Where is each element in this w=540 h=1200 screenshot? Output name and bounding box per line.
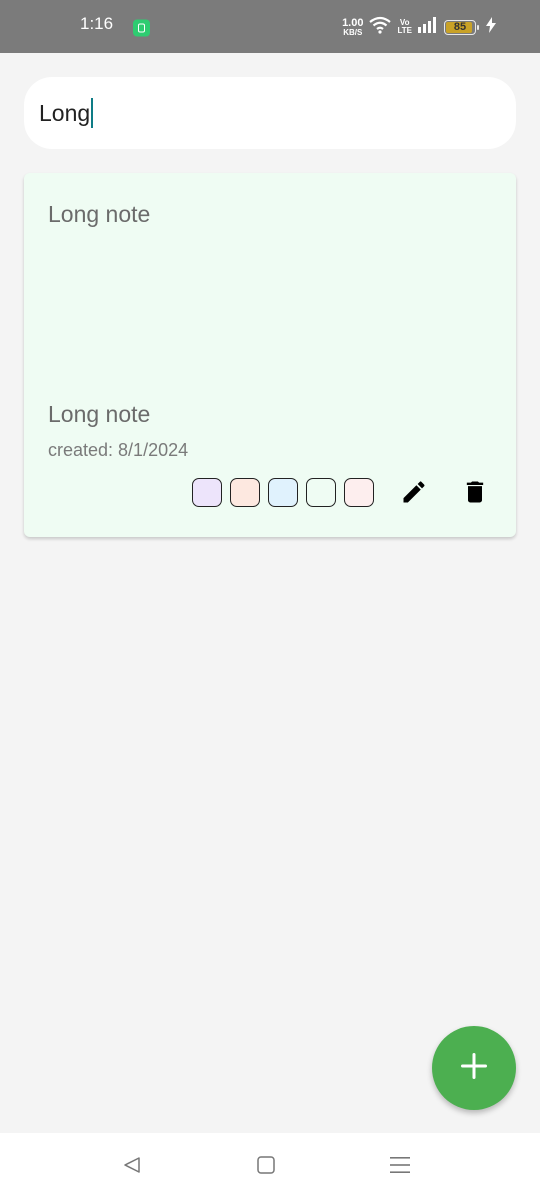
search-input[interactable]: Long: [24, 77, 516, 149]
back-button[interactable]: [120, 1155, 144, 1179]
network-speed-unit: KB/S: [343, 27, 363, 37]
navigation-bar: [0, 1133, 540, 1200]
color-swatch-peach[interactable]: [230, 478, 260, 507]
battery-level: 85: [453, 21, 467, 33]
volte-bottom-text: LTE: [397, 26, 412, 35]
status-indicators: 1.00 KB/S Vo LTE 85: [342, 12, 496, 42]
recents-icon: [389, 1155, 411, 1180]
app-notification-icon: [133, 19, 150, 37]
wifi-icon: [369, 16, 392, 39]
color-swatch-pink[interactable]: [344, 478, 374, 507]
text-cursor: [91, 98, 94, 128]
network-speed-value: 1.00: [342, 16, 364, 29]
color-swatch-purple[interactable]: [192, 478, 222, 507]
pencil-icon: [400, 478, 428, 511]
color-swatch-blue[interactable]: [268, 478, 298, 507]
battery-icon: 85: [444, 19, 479, 35]
delete-note-button[interactable]: [459, 478, 491, 510]
charging-icon: [486, 16, 496, 38]
back-icon: [122, 1155, 142, 1180]
network-speed: 1.00 KB/S: [342, 16, 364, 37]
recents-button[interactable]: [388, 1155, 412, 1179]
status-time: 1:16: [80, 14, 114, 33]
color-swatch-row: [192, 478, 374, 507]
trash-icon: [461, 477, 489, 512]
note-created-date: created: 8/1/2024: [48, 440, 189, 460]
volte-indicator: Vo LTE: [397, 19, 412, 35]
note-card[interactable]: Long note Long note created: 8/1/2024: [24, 173, 516, 537]
note-title: Long note: [48, 201, 151, 227]
color-swatch-green[interactable]: [306, 478, 336, 507]
note-body: Long note: [48, 401, 151, 427]
edit-note-button[interactable]: [398, 478, 430, 510]
search-input-value: Long: [39, 99, 91, 126]
status-bar: 1:16 1.00 KB/S Vo LTE 85: [0, 0, 540, 53]
home-icon: [256, 1155, 276, 1180]
plus-icon: [459, 1051, 489, 1086]
add-note-button[interactable]: [432, 1026, 516, 1110]
home-button[interactable]: [254, 1155, 278, 1179]
signal-icon: [418, 16, 438, 38]
